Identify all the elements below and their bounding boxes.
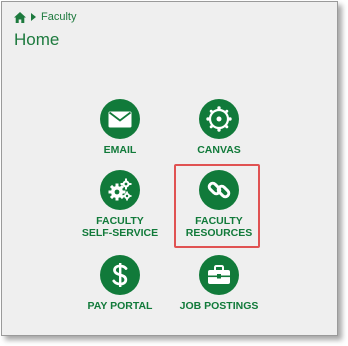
canvas-icon-circle[interactable]	[199, 99, 239, 139]
canvas-label: CANVAS	[197, 144, 241, 156]
gears-icon	[108, 178, 132, 201]
page-title: Home	[14, 30, 60, 49]
dollar-icon	[112, 263, 128, 287]
job-postings-icon-circle[interactable]	[199, 255, 239, 295]
caret-right-icon	[31, 13, 36, 21]
chain-link-icon	[207, 181, 231, 199]
canvas-tile[interactable]: CANVAS	[169, 99, 269, 156]
resources-label: FACULTY RESOURCES	[185, 215, 253, 239]
briefcase-icon	[208, 265, 230, 284]
job-postings-tile[interactable]: JOB POSTINGS	[169, 255, 269, 312]
envelope-icon	[108, 111, 132, 127]
email-icon-circle[interactable]	[100, 99, 140, 139]
self-service-icon-circle[interactable]	[100, 170, 140, 210]
pay-portal-tile[interactable]: PAY PORTAL	[70, 255, 170, 312]
job-postings-label: JOB POSTINGS	[179, 300, 259, 312]
email-label: EMAIL	[103, 144, 137, 156]
breadcrumb-current[interactable]: Faculty	[41, 11, 76, 23]
portal-panel: Faculty Home EMAIL CANVAS FACULTY SELF-S…	[1, 1, 338, 336]
self-service-label: FACULTY SELF-SERVICE	[81, 215, 159, 239]
home-icon[interactable]	[14, 11, 26, 23]
faculty-resources-tile[interactable]: FACULTY RESOURCES	[169, 170, 269, 239]
resources-icon-circle[interactable]	[199, 170, 239, 210]
breadcrumb: Faculty	[14, 11, 76, 23]
canvas-icon	[206, 106, 232, 132]
email-tile[interactable]: EMAIL	[70, 99, 170, 156]
pay-portal-icon-circle[interactable]	[100, 255, 140, 295]
faculty-self-service-tile[interactable]: FACULTY SELF-SERVICE	[70, 170, 170, 239]
pay-portal-label: PAY PORTAL	[87, 300, 153, 312]
